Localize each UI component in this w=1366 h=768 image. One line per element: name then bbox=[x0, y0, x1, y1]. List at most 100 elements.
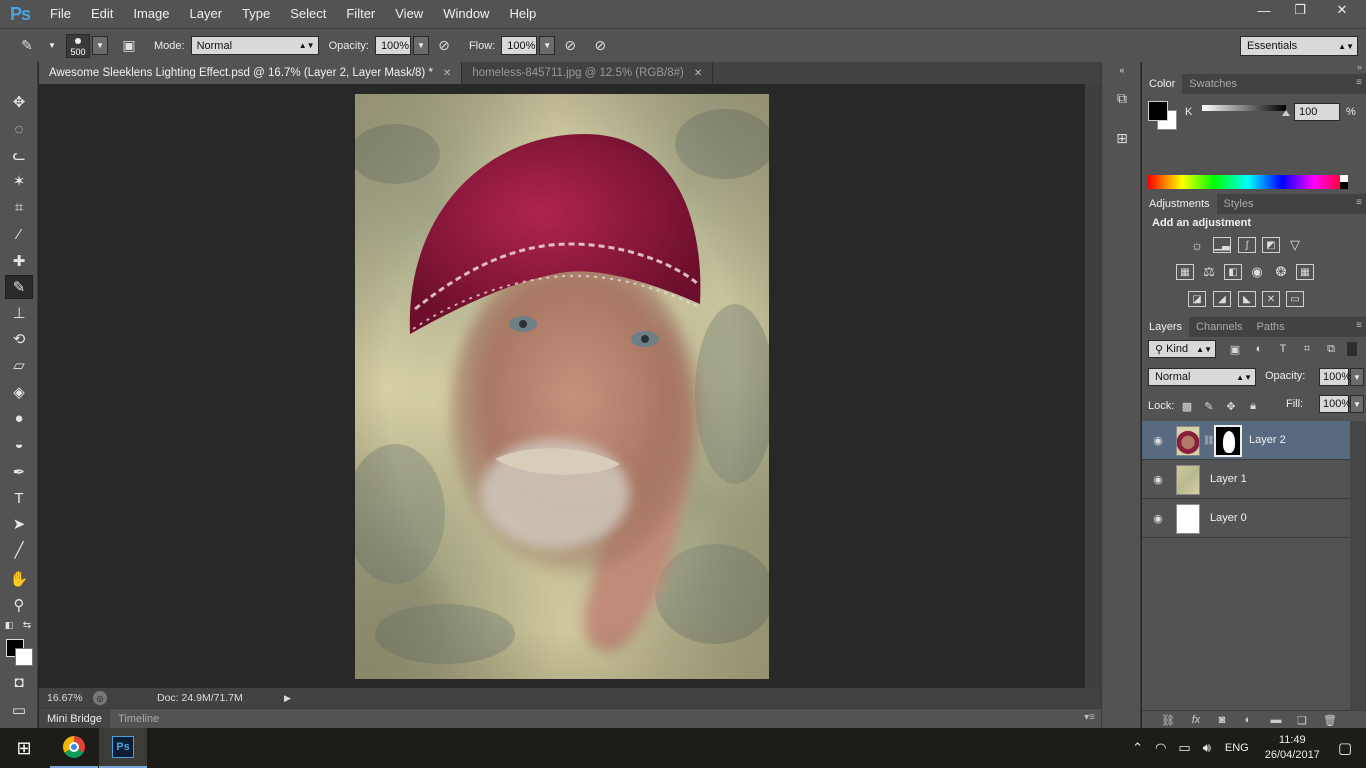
lock-transparent-icon[interactable]: ▩ bbox=[1180, 399, 1194, 413]
battery-icon[interactable]: ▭ bbox=[1178, 740, 1190, 756]
restore-button[interactable]: ❐ bbox=[1282, 0, 1318, 20]
paint-bucket-tool-icon[interactable]: ◈ bbox=[5, 380, 33, 404]
k-value-input[interactable]: 100 bbox=[1294, 103, 1340, 121]
curves-icon[interactable]: ∫ bbox=[1238, 237, 1256, 253]
new-adjustment-layer-icon[interactable]: ◐ bbox=[1240, 713, 1256, 727]
visibility-eye-icon[interactable]: ◉ bbox=[1151, 433, 1165, 447]
close-button[interactable]: ✕ bbox=[1318, 0, 1366, 20]
airbrush-icon[interactable]: ⊘ bbox=[559, 35, 581, 57]
visibility-eye-icon[interactable]: ◉ bbox=[1151, 472, 1165, 486]
eyedropper-tool-icon[interactable]: ⁄ bbox=[5, 222, 33, 246]
black-white-icon[interactable]: ◧ bbox=[1224, 264, 1242, 280]
marquee-tool-icon[interactable]: ◌ bbox=[5, 117, 33, 141]
taskbar-photoshop[interactable]: Ps bbox=[99, 728, 147, 768]
filter-shape-icon[interactable]: ⌗ bbox=[1300, 342, 1314, 356]
clock[interactable]: 11:49 26/04/2017 bbox=[1265, 733, 1320, 763]
history-brush-tool-icon[interactable]: ⟲ bbox=[5, 327, 33, 351]
visibility-eye-icon[interactable]: ◉ bbox=[1151, 511, 1165, 525]
tab-timeline[interactable]: Timeline bbox=[110, 709, 167, 729]
k-slider-thumb[interactable] bbox=[1282, 110, 1290, 116]
zoom-tool-icon[interactable]: ⚲ bbox=[5, 593, 33, 617]
menu-view[interactable]: View bbox=[385, 0, 433, 28]
brush-preset-dropdown[interactable]: ▼ bbox=[92, 36, 108, 55]
menu-file[interactable]: File bbox=[40, 0, 81, 28]
document-canvas[interactable] bbox=[355, 94, 769, 679]
tab-document-psd[interactable]: Awesome Sleeklens Lighting Effect.psd @ … bbox=[39, 62, 463, 84]
tab-layers[interactable]: Layers bbox=[1142, 317, 1190, 337]
dodge-tool-icon[interactable]: ◒ bbox=[5, 432, 33, 456]
windows-start-icon[interactable]: ⊞ bbox=[0, 728, 48, 768]
layer-opacity-dropdown[interactable]: ▼ bbox=[1350, 368, 1364, 386]
menu-window[interactable]: Window bbox=[433, 0, 499, 28]
brightness-contrast-icon[interactable]: ☼ bbox=[1188, 237, 1206, 253]
layer-name[interactable]: Layer 2 bbox=[1249, 434, 1286, 446]
menu-help[interactable]: Help bbox=[499, 0, 546, 28]
lock-all-icon[interactable]: 🔒︎ bbox=[1246, 399, 1260, 413]
brush-tool-icon[interactable]: ✎ bbox=[16, 35, 38, 57]
vertical-scrollbar[interactable] bbox=[1085, 84, 1101, 688]
zoom-level[interactable]: 16.67% bbox=[39, 692, 87, 704]
filter-type-icon[interactable]: T bbox=[1276, 342, 1290, 356]
link-layers-icon[interactable]: ⛓ bbox=[1160, 713, 1176, 727]
notifications-icon[interactable]: ▢ bbox=[1338, 739, 1352, 757]
screen-mode-icon[interactable]: ▭ bbox=[5, 698, 33, 722]
levels-icon[interactable]: ▁▃ bbox=[1213, 237, 1231, 253]
flow-dropdown[interactable]: ▼ bbox=[539, 36, 556, 55]
tab-document-jpg[interactable]: homeless-845711.jpg @ 12.5% (RGB/8#) ✕ bbox=[462, 62, 714, 84]
layer-filter-select[interactable]: ⚲ Kind ▲▼ bbox=[1148, 340, 1216, 358]
menu-select[interactable]: Select bbox=[280, 0, 336, 28]
menu-layer[interactable]: Layer bbox=[180, 0, 233, 28]
color-foreground-swatch[interactable] bbox=[1148, 101, 1168, 121]
healing-brush-tool-icon[interactable]: ✚ bbox=[5, 249, 33, 273]
selective-color-icon[interactable]: ✕ bbox=[1262, 291, 1280, 307]
tab-adjustments[interactable]: Adjustments bbox=[1142, 194, 1217, 214]
photo-filter-icon[interactable]: ◉ bbox=[1248, 264, 1266, 280]
panel-menu-icon[interactable]: ▾≡ bbox=[1084, 712, 1095, 723]
canvas-area[interactable] bbox=[39, 84, 1085, 688]
mode-select[interactable]: Normal ▲▼ bbox=[190, 36, 319, 55]
panel-menu-icon[interactable]: ≡ bbox=[1356, 320, 1362, 331]
layer-opacity-input[interactable]: 100% bbox=[1319, 368, 1351, 386]
tab-paths[interactable]: Paths bbox=[1250, 317, 1292, 337]
layers-scrollbar[interactable] bbox=[1350, 421, 1366, 710]
path-selection-tool-icon[interactable]: ➤ bbox=[5, 512, 33, 536]
close-icon[interactable]: ✕ bbox=[443, 68, 451, 79]
language-indicator[interactable]: ENG bbox=[1225, 742, 1249, 754]
opacity-input[interactable]: 100% bbox=[374, 36, 411, 55]
add-mask-icon[interactable]: ◙ bbox=[1214, 713, 1230, 727]
tab-swatches[interactable]: Swatches bbox=[1182, 74, 1244, 94]
lock-position-icon[interactable]: ✥ bbox=[1224, 399, 1238, 413]
flow-input[interactable]: 100% bbox=[501, 36, 538, 55]
panel-menu-icon[interactable]: ≡ bbox=[1356, 77, 1362, 88]
opacity-dropdown[interactable]: ▼ bbox=[412, 36, 429, 55]
layer-name[interactable]: Layer 0 bbox=[1210, 512, 1247, 524]
tab-color[interactable]: Color bbox=[1142, 74, 1183, 94]
k-slider[interactable] bbox=[1202, 105, 1286, 111]
filter-pixel-icon[interactable]: ▣ bbox=[1228, 342, 1242, 356]
tab-channels[interactable]: Channels bbox=[1189, 317, 1249, 337]
tray-chevron-up-icon[interactable]: ⌃ bbox=[1132, 740, 1143, 756]
filter-toggle-switch[interactable] bbox=[1347, 342, 1357, 356]
properties-panel-icon[interactable]: ⊞ bbox=[1112, 128, 1132, 148]
wifi-icon[interactable]: ◠ bbox=[1155, 740, 1166, 756]
collapse-arrows-icon[interactable]: « bbox=[1112, 60, 1132, 80]
new-layer-icon[interactable]: ❏ bbox=[1294, 713, 1310, 727]
fill-dropdown[interactable]: ▼ bbox=[1350, 395, 1364, 413]
workspace-select[interactable]: Essentials ▲▼ bbox=[1240, 36, 1358, 56]
type-tool-icon[interactable]: T bbox=[5, 486, 33, 510]
exposure-icon[interactable]: ◩ bbox=[1262, 237, 1280, 253]
brush-preset-picker[interactable]: 500 bbox=[66, 33, 90, 58]
posterize-icon[interactable]: ◢ bbox=[1213, 291, 1231, 307]
crop-tool-icon[interactable]: ⌗ bbox=[5, 195, 33, 219]
layer-style-fx-icon[interactable]: fx bbox=[1188, 713, 1204, 727]
vibrance-icon[interactable]: ▽ bbox=[1286, 237, 1304, 253]
lasso-tool-icon[interactable]: ᓚ bbox=[5, 143, 33, 167]
minimize-button[interactable]: — bbox=[1246, 0, 1282, 20]
pen-tool-icon[interactable]: ✒ bbox=[5, 460, 33, 484]
gradient-map-icon[interactable]: ▭ bbox=[1286, 291, 1304, 307]
channel-mixer-icon[interactable]: ❂ bbox=[1272, 264, 1290, 280]
color-balance-icon[interactable]: ⚖ bbox=[1200, 264, 1218, 280]
menu-type[interactable]: Type bbox=[232, 0, 280, 28]
magic-wand-tool-icon[interactable]: ✶ bbox=[5, 169, 33, 193]
expand-arrows-icon[interactable]: » bbox=[1357, 62, 1362, 72]
